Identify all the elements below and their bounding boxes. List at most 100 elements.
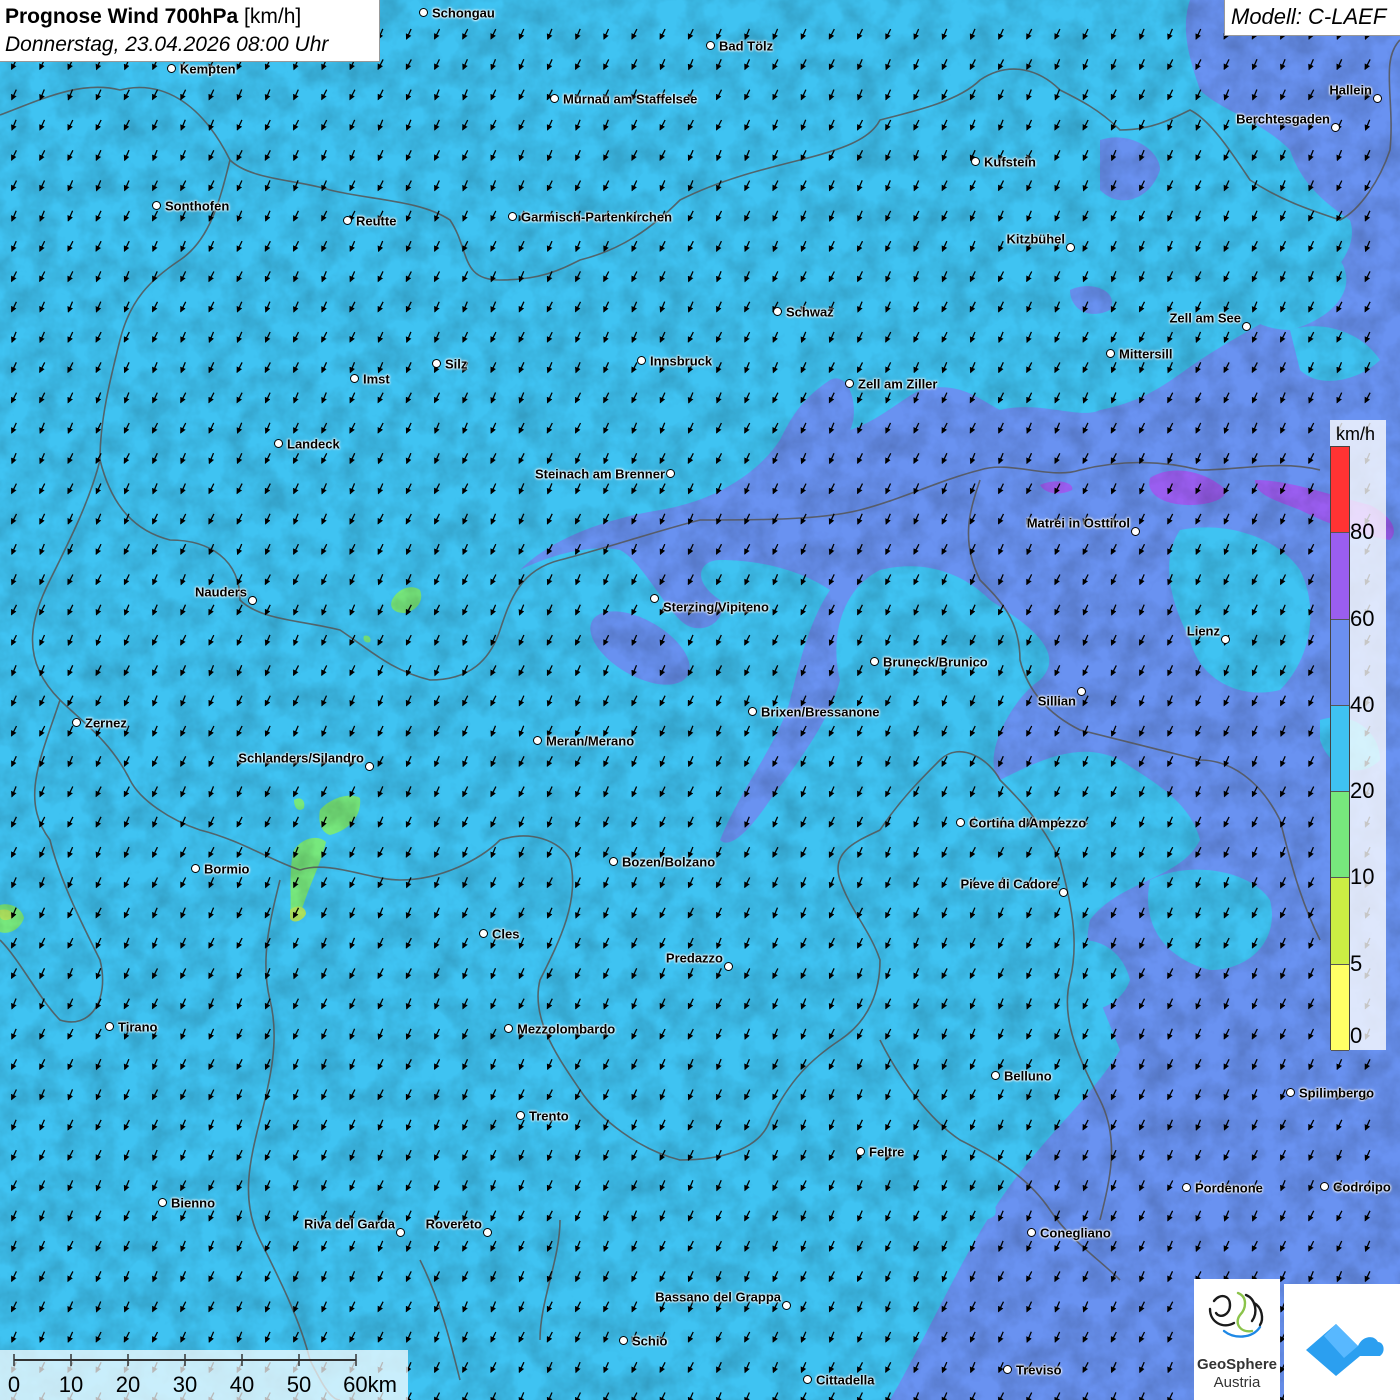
legend-tick-label: 20 [1350, 778, 1375, 804]
city-marker [971, 157, 980, 166]
scale-tick-label: 30 [172, 1372, 198, 1397]
city-marker [650, 594, 659, 603]
city-label: Silz [445, 356, 468, 372]
city-marker [350, 374, 359, 383]
city-label: Schwaz [786, 304, 834, 320]
color-legend: km/h 80 60 40 20 10 5 0 [1330, 420, 1386, 1051]
city-label: Cles [492, 926, 520, 942]
city-label: Sonthofen [165, 198, 230, 214]
city-label: Belluno [1004, 1068, 1052, 1084]
legend-band [1331, 792, 1349, 879]
city-marker [856, 1147, 865, 1156]
legend-tick-label: 60 [1350, 605, 1375, 631]
scale-tick-label: 0 [7, 1372, 21, 1397]
city-marker [724, 962, 733, 971]
city-label: Garmisch-Partenkirchen [521, 209, 673, 225]
city-marker [1373, 94, 1382, 103]
city-label: Spilimbergo [1299, 1085, 1375, 1101]
city-marker [483, 1228, 492, 1237]
scale-tick-label: 40 [229, 1372, 255, 1397]
legend-tick-label: 40 [1350, 691, 1375, 717]
city-label: Steinach am Brenner [534, 466, 665, 482]
city-label: Schlanders/Silandro [238, 750, 364, 766]
model-label: Modell: C-LAEF [1224, 0, 1400, 36]
legend-band [1331, 705, 1349, 793]
geosphere-austria-logo[interactable]: GeoSphere Austria [1194, 1279, 1280, 1400]
city-label: Trento [529, 1108, 569, 1124]
city-marker [803, 1375, 812, 1384]
city-marker [1077, 687, 1086, 696]
city-marker [167, 64, 176, 73]
city-label: Pieve di Cadore [960, 876, 1058, 892]
legend-tick-label: 0 [1350, 1023, 1363, 1048]
city-marker [191, 864, 200, 873]
city-marker [706, 41, 715, 50]
city-marker [1320, 1182, 1329, 1191]
city-marker [248, 596, 257, 605]
city-marker [508, 212, 517, 221]
scale-tick-label: 20 [115, 1372, 141, 1397]
legend-band [1331, 878, 1349, 965]
city-label: Sillian [1037, 693, 1076, 709]
city-label: Kempten [180, 61, 236, 77]
city-label: Lienz [1186, 623, 1220, 639]
city-label: Bassano del Grappa [655, 1289, 781, 1305]
city-label: Hallein [1329, 82, 1372, 98]
legend-band [1331, 533, 1349, 620]
legend-tick-label: 5 [1350, 950, 1363, 976]
cloud-arrow-icon [1306, 1324, 1384, 1376]
city-marker [619, 1336, 628, 1345]
scale-tick-label: 50 [286, 1372, 312, 1397]
city-label: Schio [632, 1333, 668, 1349]
legend-tick-label: 10 [1350, 864, 1375, 890]
city-label: Bienno [171, 1195, 216, 1211]
city-marker [956, 818, 965, 827]
city-marker [396, 1228, 405, 1237]
city-marker [666, 469, 675, 478]
city-label: Zell am Ziller [858, 376, 938, 392]
city-label: Brixen/Bressanone [761, 704, 880, 720]
legend-tick-label: 80 [1350, 519, 1375, 545]
city-marker [550, 94, 559, 103]
city-label: Nauders [194, 584, 247, 600]
city-label: Murnau am Staffelsee [563, 91, 698, 107]
city-marker [1106, 349, 1115, 358]
city-label: Bormio [204, 861, 250, 877]
city-label: Cortina d'Ampezzo [969, 815, 1087, 831]
city-label: Landeck [287, 436, 340, 452]
city-label: Mittersill [1119, 346, 1173, 362]
city-marker [152, 201, 161, 210]
city-marker [1131, 527, 1140, 536]
city-marker [609, 857, 618, 866]
city-marker [1331, 123, 1340, 132]
city-label: Feltre [869, 1144, 905, 1160]
title-main: Prognose Wind 700hPa [5, 5, 239, 28]
city-label: Riva del Garda [303, 1216, 395, 1232]
city-label: Bad Tölz [719, 38, 774, 54]
forecast-datetime: Donnerstag, 23.04.2026 08:00 Uhr [5, 33, 329, 56]
legend-band [1331, 447, 1349, 534]
city-marker [432, 359, 441, 368]
city-label: Cittadella [816, 1372, 875, 1388]
city-label: Sterzing/Vipiteno [663, 599, 769, 615]
city-label: Treviso [1016, 1362, 1062, 1378]
city-label: Bozen/Bolzano [622, 854, 716, 870]
city-label: Kitzbühel [1006, 231, 1066, 247]
city-marker [870, 657, 879, 666]
map-title: Prognose Wind 700hPa [km/h] [5, 3, 374, 31]
city-marker [479, 929, 488, 938]
city-marker [72, 718, 81, 727]
city-marker [533, 736, 542, 745]
city-label: Meran/Merano [546, 733, 635, 749]
city-marker [845, 379, 854, 388]
legend-unit: km/h [1336, 424, 1376, 444]
city-marker [1059, 888, 1068, 897]
cloud-logo[interactable] [1284, 1284, 1400, 1400]
city-label: Imst [363, 371, 390, 387]
city-marker [516, 1111, 525, 1120]
city-marker [991, 1071, 1000, 1080]
geosphere-swirl-icon [1208, 1291, 1264, 1338]
geosphere-logo-line1: GeoSphere [1196, 1356, 1278, 1373]
city-marker [1242, 322, 1251, 331]
city-marker [365, 762, 374, 771]
